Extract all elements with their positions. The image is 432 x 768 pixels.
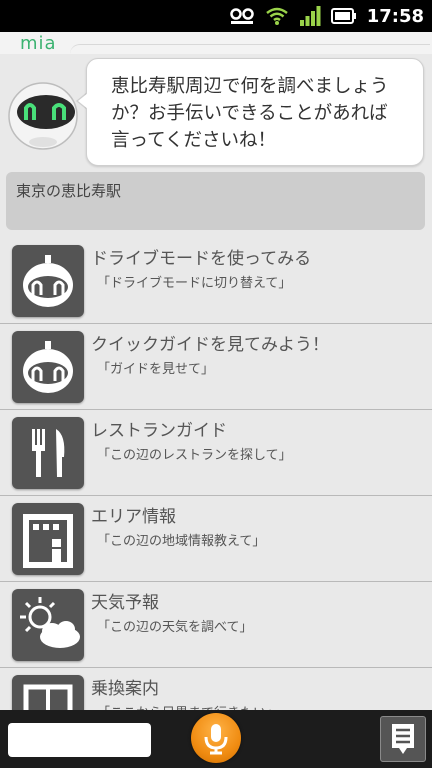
- weather-icon: [12, 589, 84, 661]
- signal-icon: [299, 6, 321, 26]
- history-button[interactable]: [380, 716, 426, 762]
- text-input[interactable]: [8, 723, 151, 757]
- suggestion-title: 天気予報: [91, 593, 159, 613]
- assistant-message-line: 言ってくださいね！: [111, 130, 277, 151]
- bottom-bar: [0, 710, 432, 768]
- suggestion-subtitle: 「この辺の天気を調べて」: [97, 620, 253, 635]
- suggestion-subtitle: 「この辺のレストランを探して」: [97, 448, 292, 463]
- fork-knife-icon: [12, 417, 84, 489]
- suggestion-subtitle: 「ガイドを見せて」: [97, 362, 215, 377]
- status-bar: 17:58: [0, 0, 432, 32]
- clock: 17:58: [366, 5, 424, 27]
- mic-button[interactable]: [191, 713, 241, 763]
- assistant-message-line: 恵比寿駅周辺で何を調べましょう: [111, 76, 389, 97]
- wifi-icon: [265, 7, 288, 25]
- robot-icon: [12, 331, 84, 403]
- assistant-message-line: か？お手伝いできることがあれば: [111, 103, 388, 124]
- suggestion-restaurant-guide[interactable]: レストランガイド 「この辺のレストランを探して」: [0, 410, 432, 496]
- document-list-icon: [392, 724, 414, 754]
- building-icon: [12, 503, 84, 575]
- suggestion-title: クイックガイドを見てみよう！: [91, 335, 329, 355]
- header-divider: [70, 44, 430, 54]
- suggestion-title: レストランガイド: [91, 421, 227, 441]
- suggestion-list[interactable]: ドライブモードを使ってみる 「ドライブモードに切り替えて」 クイックガイドを見て…: [0, 238, 432, 710]
- app-logo: mia: [20, 33, 57, 54]
- suggestion-subtitle: 「この辺の地域情報教えて」: [97, 534, 266, 549]
- suggestion-subtitle: 「ドライブモードに切り替えて」: [97, 276, 292, 291]
- robot-avatar-icon: [8, 82, 78, 150]
- suggestion-transit[interactable]: 乗換案内 「ここから目黒まで行きたい」: [0, 668, 432, 710]
- suggestion-weather[interactable]: 天気予報 「この辺の天気を調べて」: [0, 582, 432, 668]
- suggestion-drive-mode[interactable]: ドライブモードを使ってみる 「ドライブモードに切り替えて」: [0, 238, 432, 324]
- voicemail-icon: [229, 8, 254, 24]
- suggestion-title: ドライブモードを使ってみる: [91, 249, 312, 269]
- bubble-tail-inner: [78, 93, 88, 109]
- robot-icon: [12, 245, 84, 317]
- user-query-text: 東京の恵比寿駅: [16, 182, 122, 200]
- suggestion-title: エリア情報: [91, 507, 176, 527]
- suggestion-subtitle: 「ここから目黒まで行きたい」: [97, 702, 279, 710]
- suggestion-quick-guide[interactable]: クイックガイドを見てみよう！ 「ガイドを見せて」: [0, 324, 432, 410]
- battery-icon: [330, 8, 356, 24]
- app-header: mia: [0, 32, 432, 54]
- user-query[interactable]: 東京の恵比寿駅: [6, 172, 425, 230]
- suggestion-title: 乗換案内: [91, 679, 159, 699]
- microphone-icon: [204, 724, 228, 755]
- suggestion-area-info[interactable]: エリア情報 「この辺の地域情報教えて」: [0, 496, 432, 582]
- assistant-message: 恵比寿駅周辺で何を調べましょう か？お手伝いできることがあれば 言ってくださいね…: [86, 58, 424, 166]
- train-icon: [12, 675, 84, 710]
